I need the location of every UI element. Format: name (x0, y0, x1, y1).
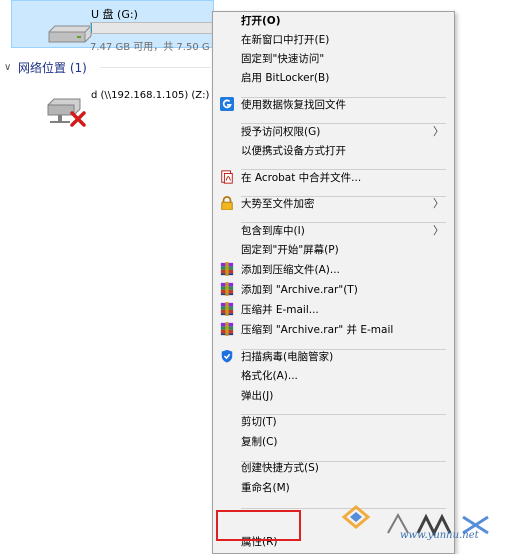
drive-name: U 盘 (G:) (91, 8, 138, 21)
menu-item-label: 在新窗口中打开(E) (241, 34, 330, 46)
menu-item[interactable]: 复制(C) (215, 430, 452, 452)
network-section-header[interactable]: ∨ 网络位置 (1) (4, 58, 87, 76)
network-drive-disconnected-icon[interactable] (44, 95, 92, 127)
menu-item-label: 复制(C) (241, 436, 278, 448)
menu-item[interactable]: 启用 BitLocker(B) (215, 66, 452, 88)
menu-item[interactable]: 压缩到 "Archive.rar" 并 E-mail (215, 318, 452, 340)
network-drive-name[interactable]: d (\\192.168.1.105) (Z:) (91, 90, 209, 101)
winrar-icon (219, 261, 235, 277)
usb-drive-tile[interactable]: U 盘 (G:) 7.47 GB 可用，共 7.50 G (11, 0, 220, 53)
drive-capacity-fill (91, 23, 93, 33)
recovery-g-icon (219, 96, 235, 112)
menu-item[interactable]: 剪切(T) (215, 410, 452, 432)
chevron-right-icon: 〉 (433, 197, 444, 210)
winrar-icon (219, 281, 235, 297)
network-section-label: 网络位置 (1) (18, 60, 87, 75)
winrar-icon (219, 321, 235, 337)
menu-item-label: 在 Acrobat 中合并文件... (241, 172, 362, 184)
usb-drive-icon (48, 25, 92, 43)
chevron-right-icon: 〉 (433, 224, 444, 237)
winrar-icon (219, 301, 235, 317)
menu-item-label: 添加到 "Archive.rar"(T) (241, 284, 358, 296)
menu-item[interactable]: 以便携式设备方式打开 (215, 139, 452, 161)
menu-item[interactable]: 固定到"开始"屏幕(P) (215, 238, 452, 260)
menu-item-label: 添加到压缩文件(A)... (241, 264, 340, 276)
menu-item[interactable]: 在 Acrobat 中合并文件... (215, 166, 452, 188)
drive-capacity-bar (90, 22, 220, 34)
drive-capacity-text: 7.47 GB 可用，共 7.50 G (90, 42, 210, 53)
watermark-url: www.yunhu.net (400, 530, 479, 541)
menu-item-label: 打开(O) (241, 15, 281, 27)
menu-item[interactable]: 压缩并 E-mail... (215, 298, 452, 320)
menu-item-label: 固定到"快速访问" (241, 53, 325, 65)
menu-item-label: 以便携式设备方式打开 (241, 145, 346, 157)
menu-item[interactable]: 使用数据恢复找回文件 (215, 93, 452, 115)
menu-item-label: 固定到"开始"屏幕(P) (241, 244, 339, 256)
menu-item-label: 格式化(A)... (241, 370, 298, 382)
menu-item[interactable]: 添加到压缩文件(A)... (215, 258, 452, 280)
menu-item[interactable]: 添加到 "Archive.rar"(T) (215, 278, 452, 300)
menu-item-label: 弹出(J) (241, 390, 274, 402)
acrobat-icon (219, 169, 235, 185)
menu-item-label: 大势至文件加密 (241, 198, 315, 210)
menu-item-label: 压缩到 "Archive.rar" 并 E-mail (241, 324, 394, 336)
menu-item[interactable]: 弹出(J) (215, 384, 452, 406)
menu-item[interactable]: 格式化(A)... (215, 364, 452, 386)
menu-item[interactable]: 大势至文件加密 〉 (215, 192, 452, 214)
menu-item-label: 创建快捷方式(S) (241, 462, 319, 474)
menu-item-label: 授予访问权限(G) (241, 126, 321, 138)
chevron-right-icon: 〉 (433, 125, 444, 138)
menu-item-label: 重命名(M) (241, 482, 290, 494)
lock-icon (219, 195, 235, 211)
properties-highlight-box (216, 510, 301, 541)
menu-item-label: 包含到库中(I) (241, 225, 305, 237)
context-menu: 打开(O) 在新窗口中打开(E) 固定到"快速访问" 启用 BitLocker(B) 使… (212, 11, 455, 554)
site-watermark-logo (341, 505, 489, 537)
menu-item[interactable]: 创建快捷方式(S) (215, 456, 452, 478)
menu-item-label: 剪切(T) (241, 416, 277, 428)
menu-item-label: 启用 BitLocker(B) (241, 72, 330, 84)
section-divider (100, 67, 210, 68)
menu-item-label: 压缩并 E-mail... (241, 304, 319, 316)
chevron-down-icon: ∨ (4, 61, 12, 73)
shield-icon (219, 348, 235, 364)
menu-item-label: 使用数据恢复找回文件 (241, 99, 346, 111)
menu-item[interactable]: 重命名(M) (215, 476, 452, 498)
menu-item-label: 扫描病毒(电脑管家) (241, 351, 334, 363)
